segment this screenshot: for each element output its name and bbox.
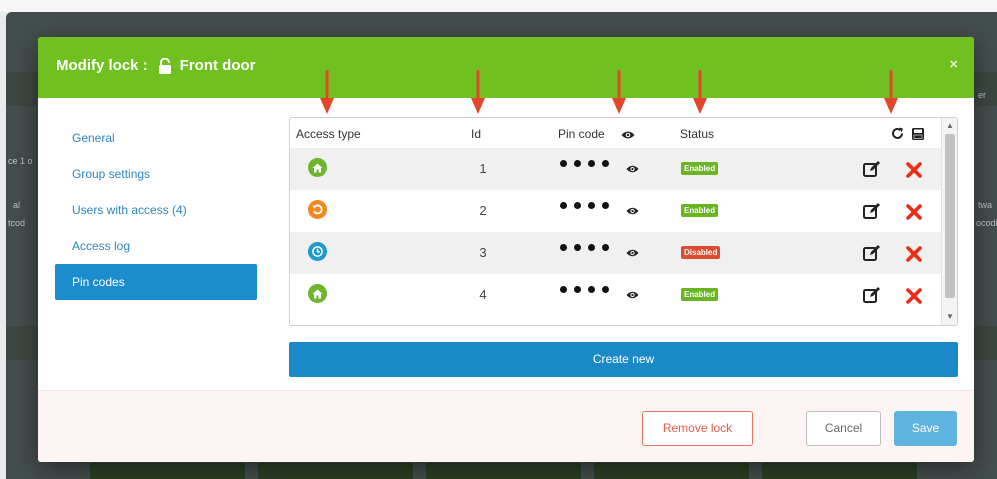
table-row: 2 Enabled — [290, 190, 942, 232]
background-text-fragment: ce 1 o — [8, 156, 33, 166]
background-tile — [90, 463, 245, 479]
dialog-footer: Remove lock Cancel Save — [38, 390, 974, 462]
background-tile — [426, 463, 581, 479]
modify-lock-dialog: Modify lock : Front door × General Group… — [38, 37, 974, 462]
background-top-band — [0, 0, 997, 12]
show-pin-eye-icon[interactable] — [626, 203, 639, 215]
annotation-arrow-icon — [320, 70, 334, 114]
scrollbar-thumb[interactable] — [945, 134, 955, 298]
background-text-fragment: twa — [978, 200, 993, 210]
home-icon — [308, 284, 327, 303]
pin-id: 3 — [479, 245, 487, 260]
background-tile — [762, 463, 917, 479]
status-badge: Enabled — [681, 204, 719, 217]
delete-x-icon[interactable] — [906, 288, 922, 304]
table-scrollbar[interactable]: ▲ ▼ — [941, 118, 957, 325]
annotation-arrow-icon — [884, 70, 898, 114]
masked-pin — [560, 202, 609, 209]
edit-pencil-icon[interactable] — [863, 244, 881, 262]
dialog-body: General Group settings Users with access… — [38, 98, 974, 390]
table-row: 1 Enabled — [290, 148, 942, 190]
scroll-up-arrow-icon[interactable]: ▲ — [945, 121, 955, 131]
status-badge: Disabled — [681, 246, 721, 259]
pin-id: 2 — [479, 203, 487, 218]
save-disk-icon[interactable] — [912, 127, 924, 140]
column-header-pin-code-label: Pin code — [558, 127, 605, 141]
delete-x-icon[interactable] — [906, 204, 922, 220]
table-row: 3 Disabled — [290, 232, 942, 274]
show-pin-eye-icon[interactable] — [626, 161, 639, 173]
sidebar-item-group-settings[interactable]: Group settings — [55, 156, 257, 192]
background-text-fragment: al — [13, 200, 21, 210]
remove-lock-button[interactable]: Remove lock — [642, 411, 753, 446]
delete-x-icon[interactable] — [906, 162, 922, 178]
dialog-header: Modify lock : Front door × — [38, 37, 974, 98]
edit-pencil-icon[interactable] — [863, 286, 881, 304]
sidebar-item-pin-codes[interactable]: Pin codes — [55, 264, 257, 300]
dialog-sidebar: General Group settings Users with access… — [55, 120, 257, 300]
table-header: Access type Id Pin code Status — [290, 118, 942, 148]
background-tile — [594, 463, 749, 479]
create-new-button[interactable]: Create new — [289, 342, 958, 377]
scroll-down-arrow-icon[interactable]: ▼ — [945, 312, 955, 322]
status-badge: Enabled — [681, 162, 719, 175]
background-text-fragment: tcod — [8, 218, 26, 228]
masked-pin — [560, 160, 609, 167]
pin-codes-table: Access type Id Pin code Status 1 Enabled… — [289, 117, 958, 326]
recurring-icon — [308, 200, 327, 219]
status-badge: Enabled — [681, 288, 719, 301]
dialog-title-prefix: Modify lock : — [56, 57, 148, 74]
edit-pencil-icon[interactable] — [863, 202, 881, 220]
show-pin-eye-icon[interactable] — [626, 245, 639, 257]
unlocked-padlock-icon — [158, 57, 172, 74]
save-button[interactable]: Save — [894, 411, 957, 446]
home-icon — [308, 158, 327, 177]
table-row: 4 Enabled — [290, 274, 942, 316]
sidebar-item-general[interactable]: General — [55, 120, 257, 156]
show-pin-eye-icon[interactable] — [626, 287, 639, 299]
delete-x-icon[interactable] — [906, 246, 922, 262]
refresh-icon[interactable] — [891, 127, 904, 140]
background-tile — [258, 463, 413, 479]
show-all-pins-eye-icon[interactable] — [621, 129, 635, 139]
clock-icon — [308, 242, 327, 261]
background-text-fragment: er — [978, 90, 987, 100]
sidebar-item-users-with-access[interactable]: Users with access (4) — [55, 192, 257, 228]
masked-pin — [560, 286, 609, 293]
cancel-button[interactable]: Cancel — [806, 411, 881, 446]
dialog-title: Modify lock : Front door — [56, 57, 256, 74]
close-button[interactable]: × — [949, 56, 958, 73]
background-text-fragment: ocodi — [976, 218, 997, 228]
annotation-arrow-icon — [693, 70, 707, 114]
masked-pin — [560, 244, 609, 251]
edit-pencil-icon[interactable] — [863, 160, 881, 178]
column-header-pin-code: Pin code — [558, 127, 635, 141]
lock-name: Front door — [179, 57, 256, 74]
sidebar-item-access-log[interactable]: Access log — [55, 228, 257, 264]
pin-id: 1 — [479, 161, 487, 176]
column-header-status: Status — [680, 127, 715, 141]
pin-id: 4 — [479, 287, 487, 302]
column-header-id: Id — [471, 127, 482, 141]
annotation-arrow-icon — [471, 70, 485, 114]
column-header-access-type: Access type — [296, 127, 361, 141]
annotation-arrow-icon — [612, 70, 626, 114]
